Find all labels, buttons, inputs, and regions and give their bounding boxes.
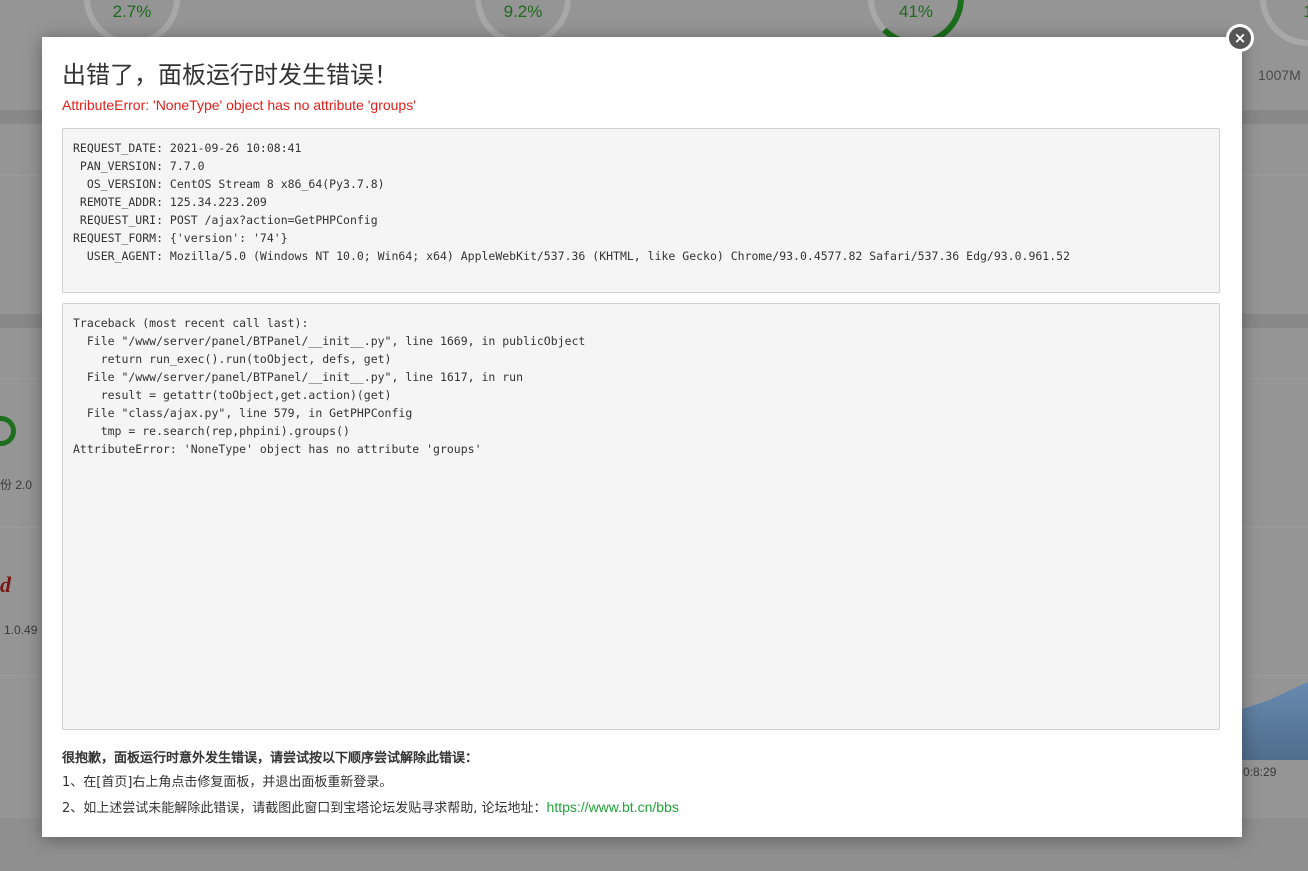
gauge-value: 9.2%	[503, 2, 543, 21]
help-section: 很抱歉，面板运行时意外发生错误，请尝试按以下顺序尝试解除此错误： 1、在[首页]…	[62, 747, 1222, 821]
traceback-line: Traceback (most recent call last):	[73, 316, 309, 330]
traceback-line: result = getattr(toObject,get.action)(ge…	[73, 388, 392, 402]
traceback-line: tmp = re.search(rep,phpini).groups()	[73, 424, 350, 438]
traceback-line: File "class/ajax.py", line 579, in GetPH…	[73, 406, 413, 420]
close-button[interactable]: ×	[1226, 24, 1254, 52]
help-step-2-text: 2、如上述尝试未能解除此错误，请截图此窗口到宝塔论坛发贴寻求帮助, 论坛地址：	[62, 801, 547, 816]
gauge-value: 41%	[898, 2, 934, 21]
help-step-2: 2、如上述尝试未能解除此错误，请截图此窗口到宝塔论坛发贴寻求帮助, 论坛地址：h…	[62, 795, 1222, 821]
request-line: REQUEST_URI: POST /ajax?action=GetPHPCon…	[73, 213, 378, 227]
help-step-1: 1、在[首页]右上角点击修复面板，并退出面板重新登录。	[62, 775, 393, 790]
traceback-line: File "/www/server/panel/BTPanel/__init__…	[73, 370, 524, 384]
request-line: REMOTE_ADDR: 125.34.223.209	[73, 195, 267, 209]
close-icon: ×	[1229, 27, 1251, 49]
traceback-line: return run_exec().run(toObject, defs, ge…	[73, 352, 392, 366]
backup-label: 份 2.0	[0, 478, 33, 492]
request-line: REQUEST_DATE: 2021-09-26 10:08:41	[73, 141, 302, 155]
request-info-box: REQUEST_DATE: 2021-09-26 10:08:41 PAN_VE…	[62, 128, 1220, 293]
request-line: PAN_VERSION: 7.7.0	[73, 159, 205, 173]
gauge-value: 2.7%	[112, 2, 152, 21]
error-dialog: 出错了，面板运行时发生错误！ AttributeError: 'NoneType…	[42, 37, 1242, 837]
dialog-title: 出错了，面板运行时发生错误！	[62, 61, 398, 89]
help-heading: 很抱歉，面板运行时意外发生错误，请尝试按以下顺序尝试解除此错误：	[62, 751, 479, 766]
traceback-line: File "/www/server/panel/BTPanel/__init__…	[73, 334, 586, 348]
software-logo: d	[0, 572, 11, 597]
forum-link[interactable]: https://www.bt.cn/bbs	[547, 799, 679, 815]
request-line: REQUEST_FORM: {'version': '74'}	[73, 231, 288, 245]
request-line: OS_VERSION: CentOS Stream 8 x86_64(Py3.7…	[73, 177, 385, 191]
traceback-box[interactable]: Traceback (most recent call last): File …	[62, 303, 1220, 730]
chart-time-label: 0:8:29	[1243, 765, 1277, 779]
error-message: AttributeError: 'NoneType' object has no…	[62, 97, 416, 113]
request-line: USER_AGENT: Mozilla/5.0 (Windows NT 10.0…	[73, 249, 1070, 263]
gauge-value: 1	[1303, 2, 1308, 22]
version-label: 1.0.49	[4, 623, 38, 637]
traceback-line: AttributeError: 'NoneType' object has no…	[73, 442, 482, 456]
memory-label: 1007M	[1258, 67, 1301, 83]
